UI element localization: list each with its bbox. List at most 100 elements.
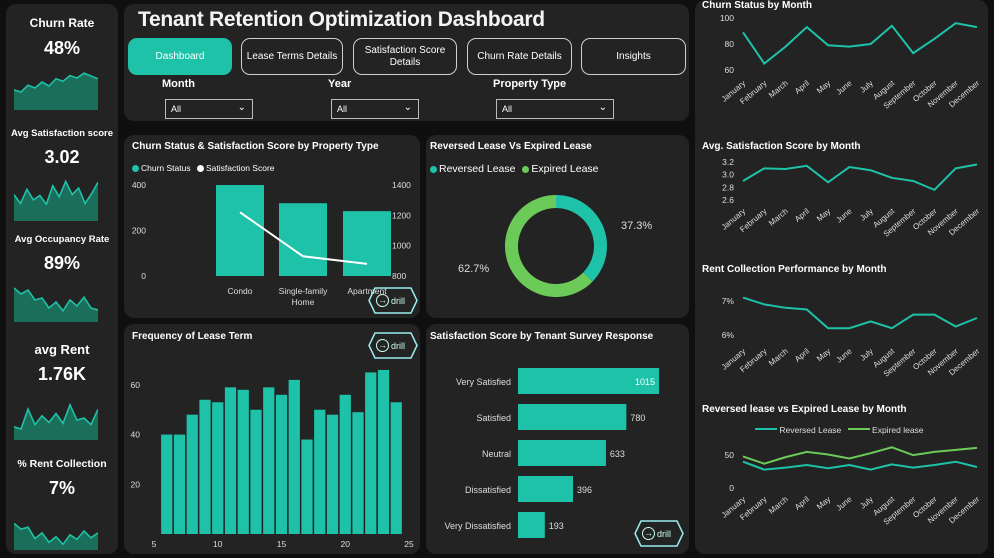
y-tick-label: 7% xyxy=(722,296,735,306)
x-tick-label: April xyxy=(793,347,811,364)
y2-tick-label: 1000 xyxy=(392,241,411,251)
category-label: Dissatisfied xyxy=(465,485,511,495)
drill-button[interactable]: → drill xyxy=(368,332,418,359)
x-tick-label: March xyxy=(767,79,790,100)
kpi-label: Churn Rate xyxy=(29,16,95,30)
donut-slice xyxy=(556,195,607,282)
year-filter-select[interactable]: All ⌄ xyxy=(331,99,419,119)
tab-churn-rate-details[interactable]: Churn Rate Details xyxy=(467,38,572,75)
page-title: Tenant Retention Optimization Dashboard xyxy=(138,8,545,31)
x-tick-label: May xyxy=(815,79,832,96)
x-tick-label: Home xyxy=(292,297,315,307)
lease-donut-chart: 37.3% 62.7% xyxy=(458,195,652,297)
churn-satisfaction-panel: Churn Status & Satisfaction Score by Pro… xyxy=(124,135,420,318)
year-filter-label: Year xyxy=(328,78,352,90)
x-tick-label: July xyxy=(858,79,875,95)
tab-dashboard[interactable]: Dashboard xyxy=(128,38,232,75)
y2-tick-label: 1400 xyxy=(392,180,411,190)
data-label: 396 xyxy=(577,485,592,495)
drill-label: drill xyxy=(390,340,405,351)
property-type-filter-select[interactable]: All ⌄ xyxy=(496,99,614,119)
drill-label: drill xyxy=(390,295,405,306)
tab-satisfaction-score-details[interactable]: Satisfaction Score Details xyxy=(353,38,457,75)
category-label: Satisfied xyxy=(476,413,511,423)
data-label: 780 xyxy=(630,413,645,423)
x-tick-label: July xyxy=(858,207,875,223)
x-tick-label: 10 xyxy=(213,539,223,549)
y-tick-label: 20 xyxy=(131,479,141,489)
series-line xyxy=(742,446,978,465)
bar xyxy=(199,399,211,534)
y-tick-label: 50 xyxy=(725,450,735,460)
rent-collection-by-month-chart: 7%6%JanuaryFebruaryMarch April May June July… xyxy=(720,296,982,379)
kpi-value: 1.76K xyxy=(37,364,87,384)
kpi-avg-rent: avg Rent 1.76K xyxy=(6,336,118,446)
x-tick-label: 20 xyxy=(341,539,351,549)
x-tick-label: 5 xyxy=(152,539,157,549)
y2-tick-label: 800 xyxy=(392,271,406,281)
property-type-filter-value: All xyxy=(502,104,513,114)
y-tick-label: 400 xyxy=(132,180,146,190)
y-tick-label: 2.6 xyxy=(722,195,734,205)
series-line xyxy=(742,163,978,192)
x-tick-label: March xyxy=(767,495,790,516)
kpi-value: 3.02 xyxy=(44,147,80,167)
kpi-sparkline xyxy=(14,402,98,440)
bar xyxy=(250,409,262,534)
drill-button[interactable]: → drill xyxy=(634,520,684,547)
satisfaction-by-month-chart: 3.23.02.82.6JanuaryFebruaryMarch April May… xyxy=(720,157,982,239)
lease-term-frequency-panel: Frequency of Lease Term 60 40 20 5 10 15 20 25 … xyxy=(124,324,420,554)
bar xyxy=(173,434,186,534)
churn-by-month-chart: 1008060JanuaryFebruaryMarch April May June J… xyxy=(720,13,982,111)
bar xyxy=(288,379,300,534)
y-tick-label: 60 xyxy=(725,65,735,75)
chevron-down-icon: ⌄ xyxy=(403,102,412,113)
y2-tick-label: 1200 xyxy=(392,210,411,220)
x-tick-label: June xyxy=(835,494,854,512)
x-tick-label: July xyxy=(858,495,875,511)
kpi-value: 7% xyxy=(48,478,75,498)
month-filter-select[interactable]: All ⌄ xyxy=(165,99,253,119)
x-tick-label: May xyxy=(815,495,832,512)
y-tick-label: 60 xyxy=(131,380,141,390)
bar xyxy=(326,414,339,534)
kpi-label: % Rent Collection xyxy=(17,458,107,470)
bar xyxy=(352,412,364,534)
category-label: Neutral xyxy=(482,449,511,459)
drill-label: drill xyxy=(656,528,671,539)
tab-lease-terms-details[interactable]: Lease Terms Details xyxy=(241,38,343,75)
bar xyxy=(365,372,377,534)
x-tick-label: June xyxy=(835,206,854,224)
bar xyxy=(518,512,545,538)
bar xyxy=(212,402,224,534)
month-filter-value: All xyxy=(171,104,182,114)
kpi-label: Avg Occupancy Rate xyxy=(14,234,110,245)
series-line xyxy=(742,460,978,471)
bar xyxy=(186,414,198,534)
x-tick-label: March xyxy=(767,347,790,368)
sparkline-area xyxy=(14,288,98,322)
bar xyxy=(314,409,326,534)
property-type-filter-label: Property Type xyxy=(493,78,567,90)
y-tick-label: 100 xyxy=(720,13,734,23)
x-tick-label: June xyxy=(835,78,854,96)
bar xyxy=(301,439,313,534)
sparkline-area xyxy=(14,181,98,221)
kpi-label: avg Rent xyxy=(34,342,90,357)
tab-insights[interactable]: Insights xyxy=(581,38,686,75)
bar xyxy=(237,389,249,534)
x-tick-label: April xyxy=(793,79,811,96)
sparkline-area xyxy=(14,404,98,440)
x-tick-label: Condo xyxy=(227,286,252,296)
kpi-avg-occupancy: Avg Occupancy Rate 89% xyxy=(6,226,118,336)
y-tick-label: 200 xyxy=(132,226,146,236)
x-tick-label: April xyxy=(793,495,811,512)
kpi-value: 89% xyxy=(43,253,81,273)
y-tick-label: 6% xyxy=(722,330,735,340)
x-tick-label: May xyxy=(815,347,832,364)
drill-button[interactable]: → drill xyxy=(368,287,418,314)
kpi-sparkline xyxy=(14,72,98,110)
y-tick-label: 3.2 xyxy=(722,157,734,167)
kpi-sparkline xyxy=(14,179,98,221)
kpi-avg-satisfaction: Avg Satisfaction score 3.02 xyxy=(6,116,118,226)
